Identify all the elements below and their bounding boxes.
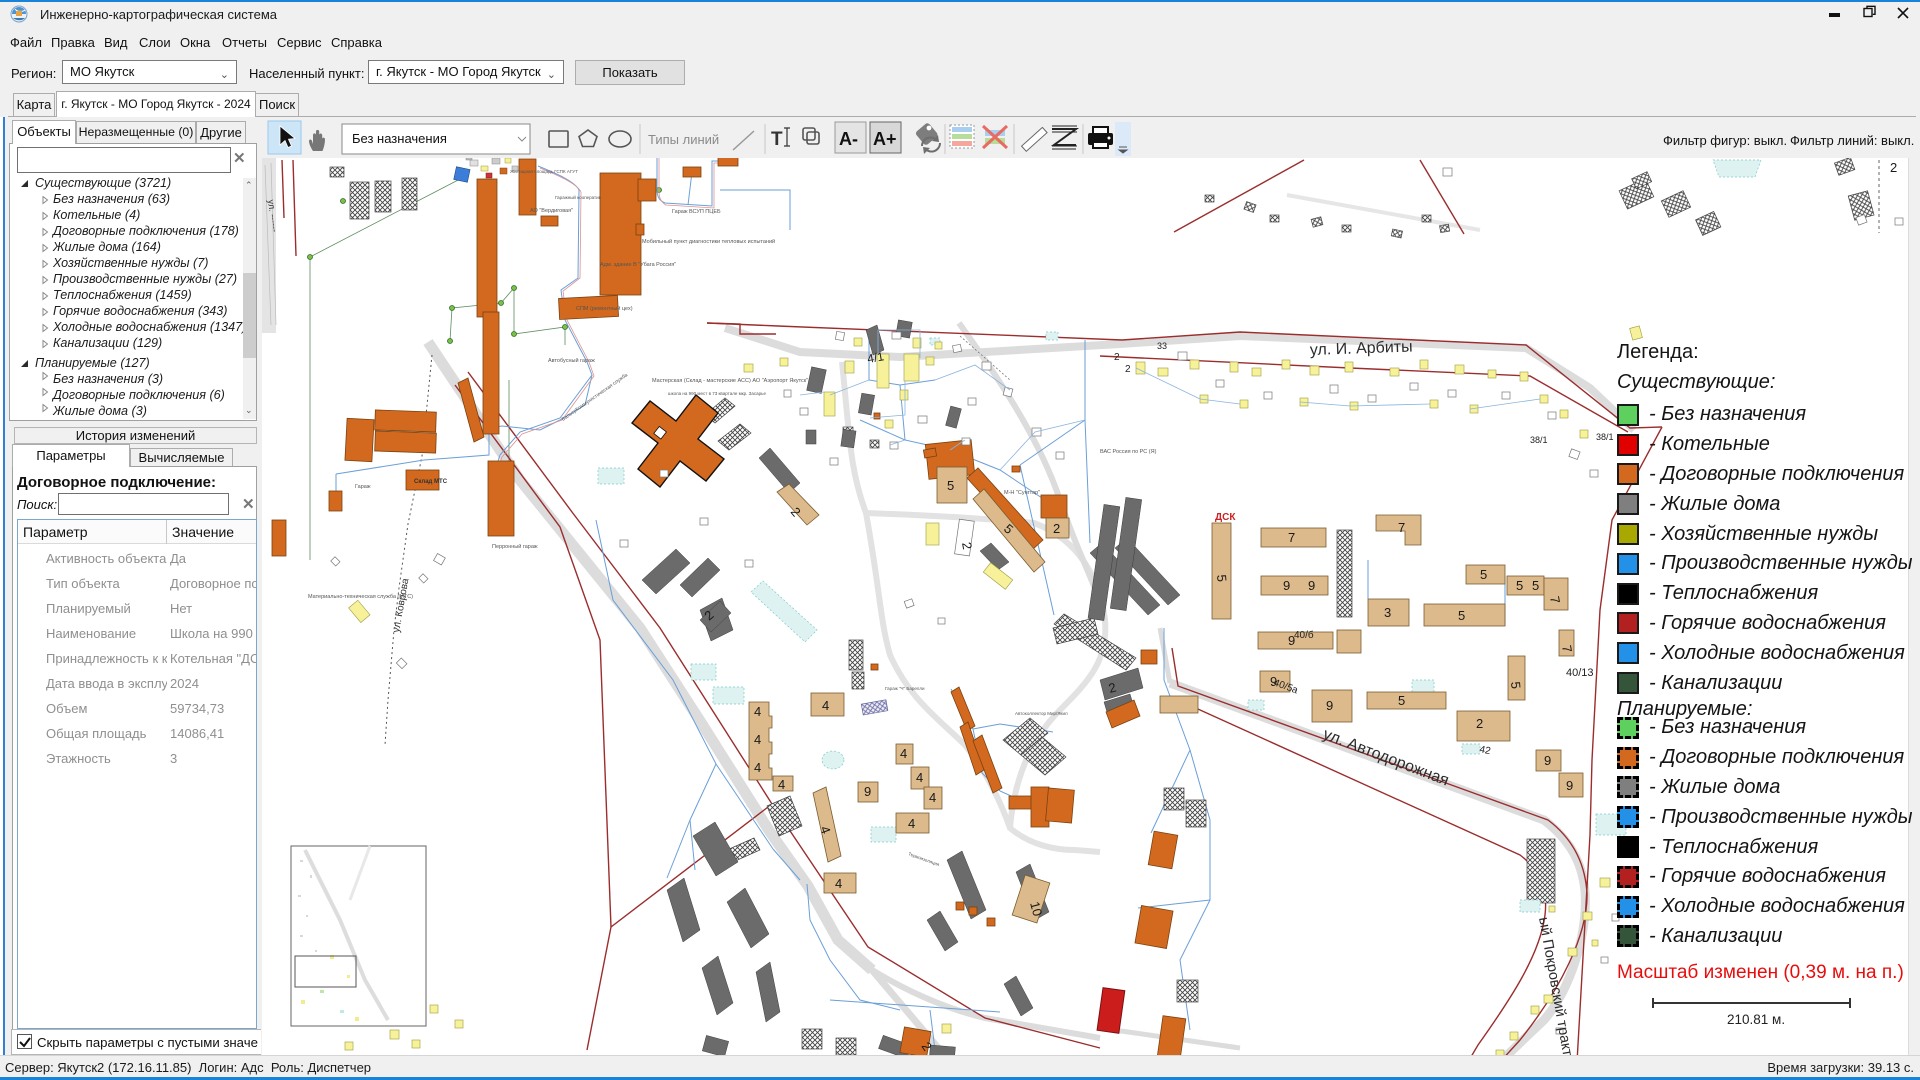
svg-text:Гараж: Гараж [355, 484, 371, 490]
svg-text:3: 3 [1384, 605, 1391, 620]
svg-text:4: 4 [835, 876, 842, 891]
svg-text:7: 7 [1288, 530, 1295, 545]
svg-text:2: 2 [1890, 160, 1897, 175]
svg-text:АО "Вердиговая": АО "Вердиговая" [530, 208, 573, 214]
svg-text:9: 9 [1308, 578, 1315, 593]
svg-text:2: 2 [1053, 521, 1060, 536]
svg-text:9: 9 [1283, 578, 1290, 593]
svg-text:4/1: 4/1 [866, 349, 885, 366]
svg-text:40/13: 40/13 [1566, 667, 1594, 679]
svg-text:A-: A- [839, 129, 858, 149]
svg-text:210.81 м.: 210.81 м. [1727, 1012, 1785, 1027]
svg-text:4: 4 [916, 770, 923, 785]
svg-text:Гаражный кооператив: Гаражный кооператив [555, 194, 602, 200]
svg-text:Автоколлектор Мир/Якил: Автоколлектор Мир/Якил [1015, 711, 1068, 716]
svg-text:40/б: 40/б [1294, 629, 1314, 641]
svg-text:9: 9 [1288, 633, 1295, 648]
svg-text:ВАС Россия по РС (Я): ВАС Россия по РС (Я) [1100, 449, 1157, 455]
svg-text:9: 9 [1544, 753, 1551, 768]
svg-text:9: 9 [864, 784, 871, 799]
svg-text:5: 5 [1532, 578, 1539, 593]
svg-text:4: 4 [900, 746, 907, 761]
svg-text:5: 5 [1516, 578, 1523, 593]
svg-text:М-Н "Сунгтар": М-Н "Сунгтар" [1004, 490, 1040, 496]
svg-text:ул. И. Арбиты: ул. И. Арбиты [1310, 338, 1413, 359]
svg-text:5: 5 [1214, 574, 1230, 583]
svg-text:5: 5 [1480, 567, 1487, 582]
svg-text:ДСК: ДСК [1215, 512, 1236, 523]
svg-text:Без назначения: Без назначения [352, 131, 447, 146]
svg-text:Жилищная площадь ГСПК АГУТ: Жилищная площадь ГСПК АГУТ [510, 169, 578, 174]
svg-text:Материально-техническая служба: Материально-техническая служба (МТС) [308, 594, 413, 600]
svg-text:5: 5 [947, 478, 954, 493]
svg-text:4: 4 [754, 732, 761, 747]
svg-text:2: 2 [1125, 364, 1131, 375]
svg-text:9: 9 [1566, 778, 1573, 793]
svg-text:7: 7 [1398, 520, 1405, 535]
svg-text:2: 2 [1476, 716, 1483, 731]
svg-text:T: T [771, 129, 783, 150]
svg-text:Мастерская (Склад - мастерские: Мастерская (Склад - мастерские АСС) АО "… [652, 378, 808, 384]
svg-text:Гараж "Ч" Барелли: Гараж "Ч" Барелли [885, 686, 925, 691]
svg-text:5: 5 [1508, 681, 1524, 690]
svg-text:4: 4 [754, 704, 761, 719]
svg-text:33: 33 [1157, 341, 1167, 351]
svg-text:Типы линий: Типы линий [648, 132, 719, 147]
svg-text:5: 5 [1458, 608, 1465, 623]
svg-text:9: 9 [1326, 698, 1333, 713]
svg-text:4: 4 [822, 698, 829, 713]
svg-text:Мобильный пункт диагностики те: Мобильный пункт диагностики тепловых исп… [642, 238, 775, 245]
svg-text:школа на 990 мест в 73 квартал: школа на 990 мест в 73 квартале мкр. Зас… [668, 391, 766, 396]
svg-text:Автобусный гараж: Автобусный гараж [548, 357, 595, 364]
svg-text:5: 5 [1398, 693, 1405, 708]
svg-text:9: 9 [1270, 674, 1277, 689]
svg-text:2: 2 [1114, 352, 1120, 363]
svg-text:4: 4 [929, 790, 936, 805]
svg-text:4: 4 [908, 816, 915, 831]
svg-text:A+: A+ [873, 129, 897, 149]
svg-text:Гараж ВСУП ПЦЕБ: Гараж ВСУП ПЦЕБ [672, 209, 721, 215]
svg-text:4: 4 [778, 777, 785, 792]
svg-text:Перронный гараж: Перронный гараж [492, 543, 538, 550]
svg-text:СПМ (ремонтный цех): СПМ (ремонтный цех) [576, 305, 633, 312]
svg-text:Адм. здание В "Убага Россия": Адм. здание В "Убага Россия" [600, 262, 676, 268]
svg-text:38/1: 38/1 [1530, 435, 1548, 445]
svg-text:Склад МТС: Склад МТС [414, 479, 448, 485]
svg-text:4: 4 [754, 760, 761, 775]
svg-text:38/1: 38/1 [1596, 432, 1614, 442]
